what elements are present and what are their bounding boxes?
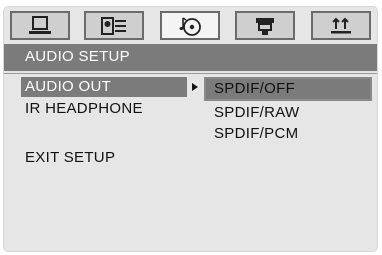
audio-disc-icon: [179, 16, 201, 36]
tab-video[interactable]: [235, 11, 295, 40]
option-spdif-off[interactable]: SPDIF/OFF: [204, 77, 372, 101]
divider: [4, 73, 377, 74]
video-camera-icon: [256, 17, 274, 35]
page-title: AUDIO SETUP: [25, 48, 130, 65]
page-title-bar: AUDIO SETUP: [4, 44, 377, 71]
submenu-arrow-icon: [192, 83, 198, 91]
setup-menu-window: AUDIO SETUP AUDIO OUT IR HEADPHONE EXIT …: [3, 6, 378, 252]
option-spdif-raw[interactable]: SPDIF/RAW: [214, 104, 299, 121]
menu-item-ir-headphone[interactable]: IR HEADPHONE: [25, 100, 143, 117]
menu-item-audio-out[interactable]: AUDIO OUT: [21, 77, 187, 97]
monitor-icon: [29, 15, 51, 34]
tab-language[interactable]: [84, 11, 144, 40]
menu-item-exit-setup[interactable]: EXIT SETUP: [25, 149, 115, 166]
tab-general[interactable]: [10, 11, 70, 40]
preference-icon: [331, 17, 351, 33]
option-spdif-pcm[interactable]: SPDIF/PCM: [214, 125, 298, 142]
tab-preference[interactable]: [311, 11, 371, 40]
setup-tabs: [4, 7, 377, 43]
tab-audio[interactable]: [160, 11, 220, 40]
language-icon: [101, 16, 126, 35]
